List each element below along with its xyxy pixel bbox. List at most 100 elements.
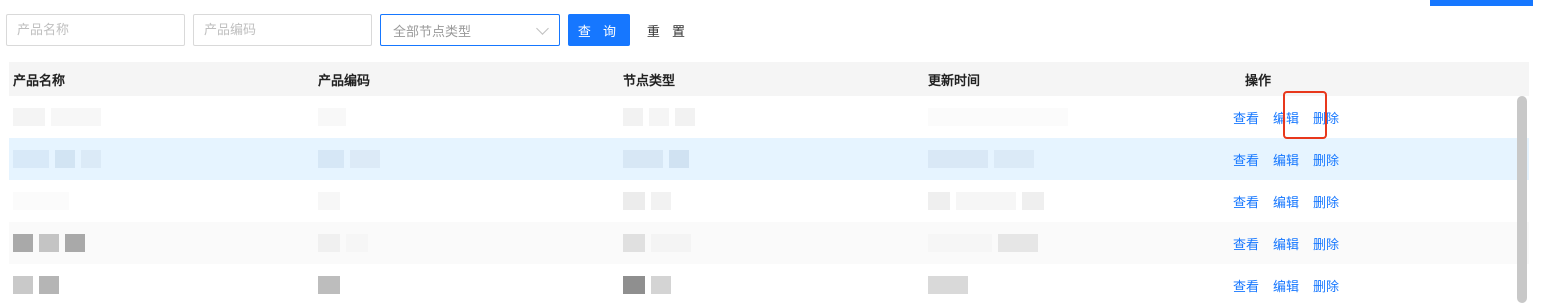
header-product-name: 产品名称	[13, 73, 66, 89]
view-link[interactable]: 查看	[1233, 192, 1259, 211]
product-name-cell	[9, 150, 314, 168]
redacted-block	[651, 276, 671, 294]
row-actions: 查看 编辑 删除	[1229, 108, 1529, 127]
edit-link[interactable]: 编辑	[1273, 150, 1299, 169]
updated-at-cell	[924, 108, 1229, 126]
redacted-block	[651, 234, 691, 252]
redacted-block	[928, 234, 992, 252]
redacted-block	[623, 150, 663, 168]
redacted-block	[669, 150, 689, 168]
redacted-block	[651, 192, 671, 210]
row-actions: 查看 编辑 删除	[1229, 276, 1529, 295]
redacted-block	[318, 276, 340, 294]
redacted-block	[998, 234, 1038, 252]
node-type-cell	[619, 234, 924, 252]
node-type-cell	[619, 108, 924, 126]
product-name-cell	[9, 192, 314, 210]
updated-at-cell	[924, 276, 1229, 294]
search-button[interactable]: 查 询	[568, 14, 630, 46]
redacted-block	[623, 234, 645, 252]
row-actions: 查看 编辑 删除	[1229, 150, 1529, 169]
delete-link[interactable]: 删除	[1313, 108, 1339, 127]
redacted-block	[623, 192, 645, 210]
redacted-block	[13, 150, 49, 168]
redacted-block	[623, 108, 643, 126]
table-row: 查看 编辑 删除	[9, 264, 1529, 306]
row-actions: 查看 编辑 删除	[1229, 234, 1529, 253]
redacted-block	[928, 150, 988, 168]
redacted-block	[318, 108, 346, 126]
product-table: 产品名称 产品编码 节点类型 更新时间 操作 查看 编辑 删除 查看 编辑 删除…	[9, 62, 1529, 306]
table-row: 查看 编辑 删除	[9, 180, 1529, 222]
product-code-cell	[314, 150, 619, 168]
product-name-input[interactable]	[6, 14, 185, 46]
table-row: 查看 编辑 删除	[9, 222, 1529, 264]
redacted-block	[350, 150, 380, 168]
header-actions: 操作	[1245, 73, 1272, 89]
redacted-block	[623, 276, 645, 294]
edit-link[interactable]: 编辑	[1273, 234, 1299, 253]
updated-at-cell	[924, 234, 1229, 252]
header-product-code: 产品编码	[318, 73, 371, 89]
row-actions: 查看 编辑 删除	[1229, 192, 1529, 211]
vertical-scrollbar[interactable]	[1517, 96, 1527, 303]
delete-link[interactable]: 删除	[1313, 192, 1339, 211]
filter-bar: 全部节点类型 查 询 重 置	[6, 14, 696, 46]
redacted-block	[13, 276, 33, 294]
node-type-cell	[619, 192, 924, 210]
redacted-block	[994, 150, 1034, 168]
top-right-button-edge[interactable]	[1430, 0, 1533, 6]
redacted-block	[956, 192, 1016, 210]
view-link[interactable]: 查看	[1233, 276, 1259, 295]
redacted-block	[39, 234, 59, 252]
view-link[interactable]: 查看	[1233, 150, 1259, 169]
node-type-cell	[619, 150, 924, 168]
node-type-select[interactable]: 全部节点类型	[380, 14, 560, 46]
redacted-block	[13, 234, 33, 252]
view-link[interactable]: 查看	[1233, 108, 1259, 127]
product-code-cell	[314, 192, 619, 210]
product-name-cell	[9, 276, 314, 294]
updated-at-cell	[924, 150, 1229, 168]
delete-link[interactable]: 删除	[1313, 150, 1339, 169]
header-node-type: 节点类型	[623, 73, 676, 89]
delete-link[interactable]: 删除	[1313, 234, 1339, 253]
updated-at-cell	[924, 192, 1229, 210]
redacted-block	[318, 150, 344, 168]
redacted-block	[346, 234, 368, 252]
redacted-block	[928, 108, 1068, 126]
table-row: 查看 编辑 删除	[9, 138, 1529, 180]
redacted-block	[649, 108, 669, 126]
redacted-block	[928, 192, 950, 210]
table-row: 查看 编辑 删除	[9, 96, 1529, 138]
view-link[interactable]: 查看	[1233, 234, 1259, 253]
redacted-block	[81, 150, 101, 168]
redacted-block	[13, 108, 45, 126]
product-name-cell	[9, 234, 314, 252]
header-updated-at: 更新时间	[928, 73, 981, 89]
chevron-down-icon	[536, 21, 549, 35]
product-code-cell	[314, 108, 619, 126]
table-header: 产品名称 产品编码 节点类型 更新时间 操作	[9, 62, 1529, 96]
redacted-block	[318, 234, 340, 252]
node-type-cell	[619, 276, 924, 294]
redacted-block	[51, 108, 101, 126]
redacted-block	[318, 192, 340, 210]
product-code-input[interactable]	[193, 14, 372, 46]
node-type-select-value: 全部节点类型	[393, 24, 472, 40]
product-name-cell	[9, 108, 314, 126]
product-code-cell	[314, 276, 619, 294]
redacted-block	[39, 276, 59, 294]
redacted-block	[13, 192, 69, 210]
redacted-block	[675, 108, 695, 126]
redacted-block	[1022, 192, 1044, 210]
edit-link[interactable]: 编辑	[1273, 108, 1299, 127]
product-code-cell	[314, 234, 619, 252]
redacted-block	[55, 150, 75, 168]
edit-link[interactable]: 编辑	[1273, 192, 1299, 211]
delete-link[interactable]: 删除	[1313, 276, 1339, 295]
edit-link[interactable]: 编辑	[1273, 276, 1299, 295]
reset-button[interactable]: 重 置	[640, 14, 696, 46]
redacted-block	[928, 276, 968, 294]
redacted-block	[65, 234, 85, 252]
